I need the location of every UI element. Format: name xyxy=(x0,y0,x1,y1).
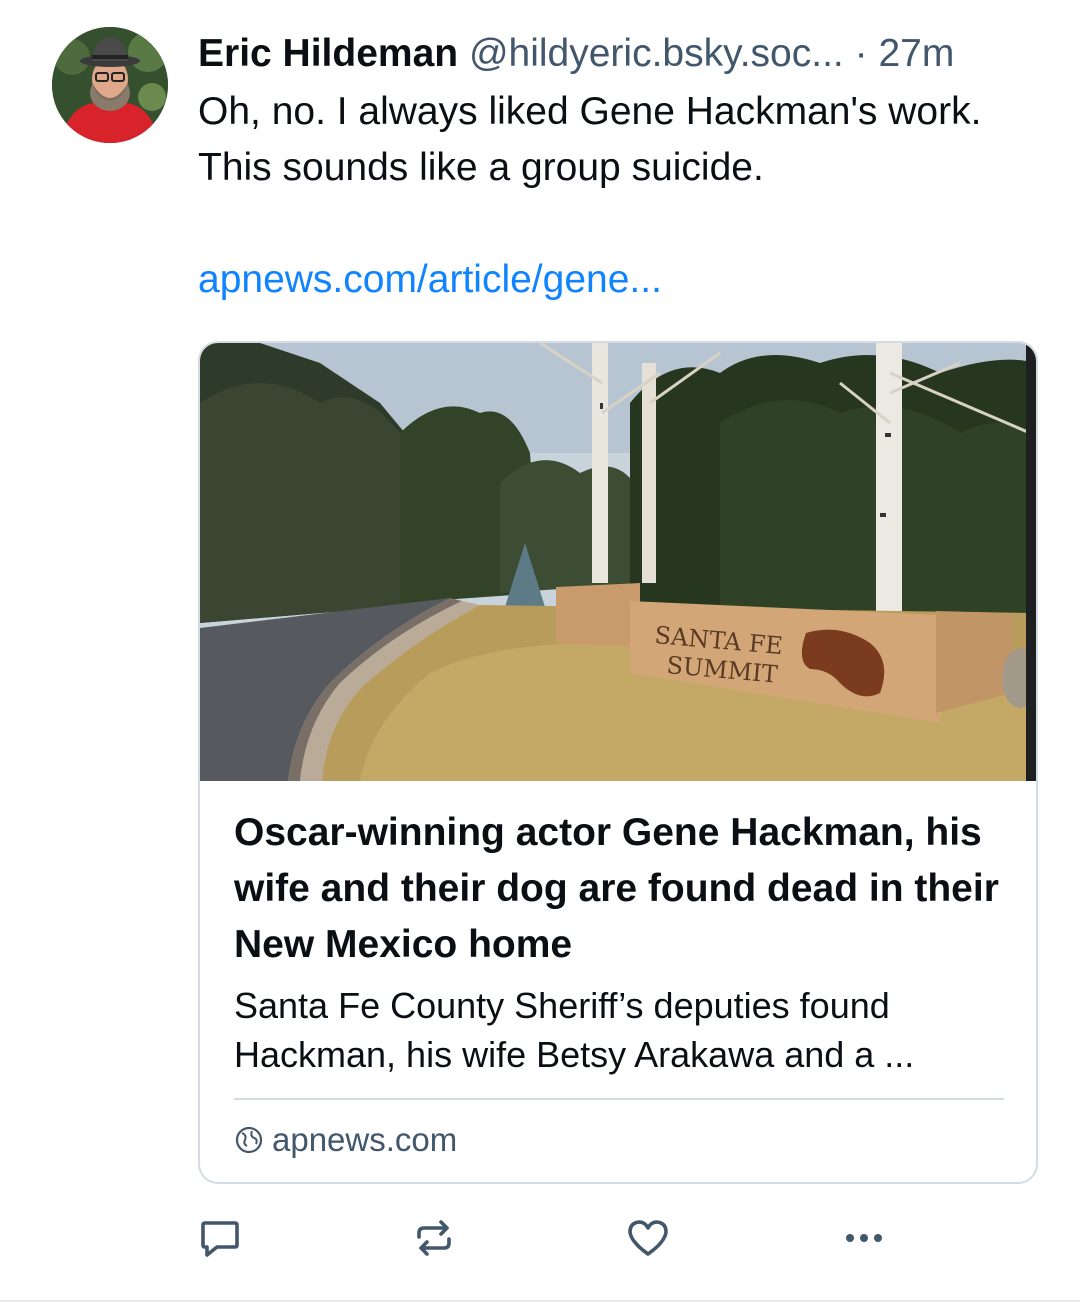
separator-dot: · xyxy=(854,32,868,75)
card-divider xyxy=(234,1098,1004,1100)
author-handle[interactable]: @hildyeric.bsky.soc... xyxy=(469,32,844,75)
post-text: Oh, no. I always liked Gene Hackman's wo… xyxy=(198,90,982,189)
card-domain-row: apnews.com xyxy=(234,1118,457,1162)
link-preview-card[interactable]: SANTA FE SUMMIT Oscar-winning actor Gene… xyxy=(198,341,1038,1184)
more-button[interactable] xyxy=(836,1210,892,1266)
author-avatar[interactable] xyxy=(52,27,168,143)
card-image: SANTA FE SUMMIT xyxy=(200,343,1036,781)
post-header: Eric Hildeman @hildyeric.bsky.soc... · 2… xyxy=(198,28,1038,80)
repost-button[interactable] xyxy=(406,1210,462,1266)
globe-icon xyxy=(235,1126,263,1154)
heart-icon xyxy=(628,1220,668,1256)
post-bottom-divider xyxy=(0,1300,1080,1302)
post-timestamp[interactable]: 27m xyxy=(878,32,954,75)
post-actions xyxy=(0,1210,1080,1270)
repost-icon xyxy=(417,1220,451,1256)
avatar-image xyxy=(52,27,168,143)
card-description: Santa Fe County Sheriff’s deputies found… xyxy=(234,985,915,1075)
post-content: Eric Hildeman @hildyeric.bsky.soc... · 2… xyxy=(198,28,1038,308)
card-domain: apnews.com xyxy=(272,1121,458,1158)
reply-icon xyxy=(201,1221,239,1257)
post-link[interactable]: apnews.com/article/gene... xyxy=(198,252,1038,308)
author-name[interactable]: Eric Hildeman xyxy=(198,32,458,75)
reply-button[interactable] xyxy=(192,1210,248,1266)
card-title[interactable]: Oscar-winning actor Gene Hackman, his wi… xyxy=(234,805,1006,973)
like-button[interactable] xyxy=(620,1210,676,1266)
more-icon xyxy=(846,1234,882,1242)
